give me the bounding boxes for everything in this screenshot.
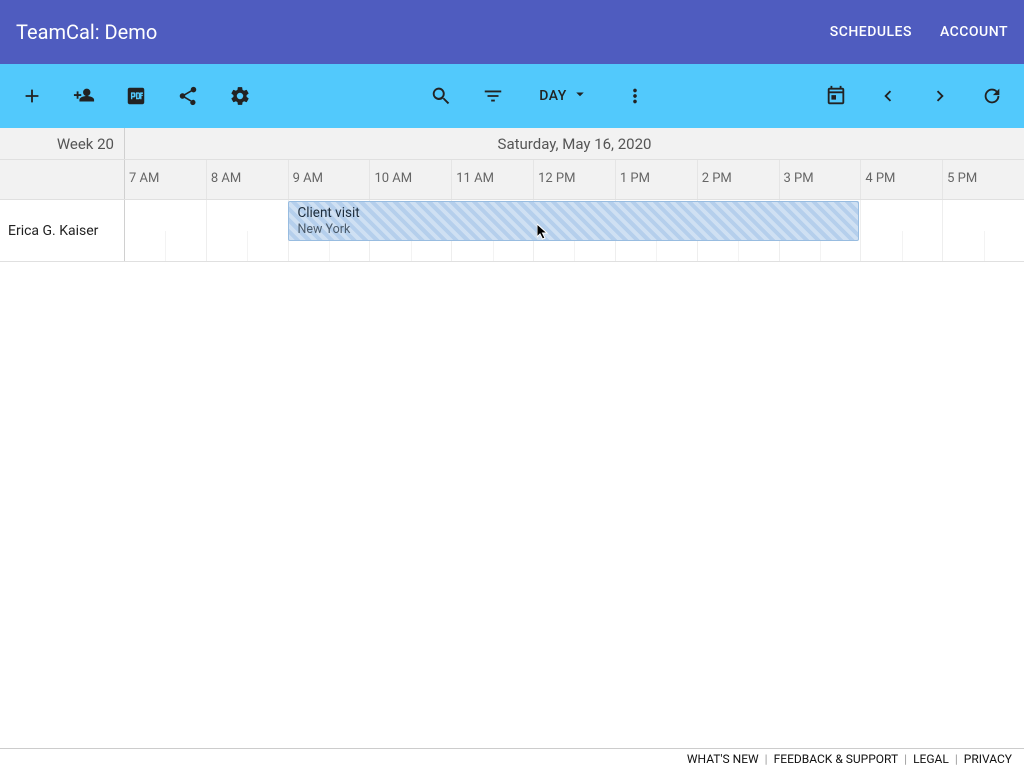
nav-schedules[interactable]: SCHEDULES — [830, 24, 912, 40]
event-location: New York — [297, 222, 849, 237]
time-labels: 7 AM 8 AM 9 AM 10 AM 11 AM 12 PM 1 PM 2 … — [125, 160, 1024, 199]
search-button[interactable] — [427, 82, 455, 110]
more-button[interactable] — [621, 82, 649, 110]
settings-button[interactable] — [226, 82, 254, 110]
time-label: 8 AM — [206, 160, 288, 199]
calendar: Week 20 Saturday, May 16, 2020 7 AM 8 AM… — [0, 128, 1024, 262]
time-label: 11 AM — [451, 160, 533, 199]
add-person-button[interactable] — [70, 82, 98, 110]
time-label: 1 PM — [615, 160, 697, 199]
refresh-button[interactable] — [978, 82, 1006, 110]
today-button[interactable] — [822, 82, 850, 110]
event-title: Client visit — [297, 205, 849, 221]
footer-feedback[interactable]: FEEDBACK & SUPPORT — [774, 752, 899, 766]
header-nav: SCHEDULES ACCOUNT — [830, 24, 1008, 40]
time-label: 4 PM — [860, 160, 942, 199]
time-slots[interactable]: Client visit New York — [125, 200, 1024, 261]
footer-privacy[interactable]: PRIVACY — [964, 752, 1012, 766]
calendar-event[interactable]: Client visit New York — [288, 201, 858, 241]
week-label: Week 20 — [0, 128, 125, 159]
time-label: 2 PM — [697, 160, 779, 199]
calendar-row: Erica G. Kaiser Client visit New York — [0, 200, 1024, 262]
share-button[interactable] — [174, 82, 202, 110]
app-header: TeamCal: Demo SCHEDULES ACCOUNT — [0, 0, 1024, 64]
view-selector[interactable]: DAY — [531, 85, 597, 107]
time-label: 9 AM — [288, 160, 370, 199]
nav-account[interactable]: ACCOUNT — [940, 24, 1008, 40]
filter-button[interactable] — [479, 82, 507, 110]
time-label: 12 PM — [533, 160, 615, 199]
toolbar: DAY — [0, 64, 1024, 128]
footer-legal[interactable]: LEGAL — [913, 752, 949, 766]
person-name: Erica G. Kaiser — [0, 200, 125, 261]
footer: WHAT'S NEW| FEEDBACK & SUPPORT| LEGAL| P… — [0, 748, 1024, 768]
dropdown-icon — [571, 85, 589, 107]
time-label: 5 PM — [942, 160, 1024, 199]
date-header: Week 20 Saturday, May 16, 2020 — [0, 128, 1024, 160]
next-button[interactable] — [926, 82, 954, 110]
add-button[interactable] — [18, 82, 46, 110]
date-label: Saturday, May 16, 2020 — [125, 128, 1024, 159]
time-header: 7 AM 8 AM 9 AM 10 AM 11 AM 12 PM 1 PM 2 … — [0, 160, 1024, 200]
time-label: 10 AM — [369, 160, 451, 199]
view-selector-label: DAY — [539, 88, 567, 104]
time-label: 3 PM — [779, 160, 861, 199]
pdf-export-button[interactable] — [122, 82, 150, 110]
time-label: 7 AM — [125, 160, 206, 199]
prev-button[interactable] — [874, 82, 902, 110]
footer-whatsnew[interactable]: WHAT'S NEW — [687, 752, 759, 766]
app-title: TeamCal: Demo — [16, 20, 830, 44]
time-header-corner — [0, 160, 125, 199]
